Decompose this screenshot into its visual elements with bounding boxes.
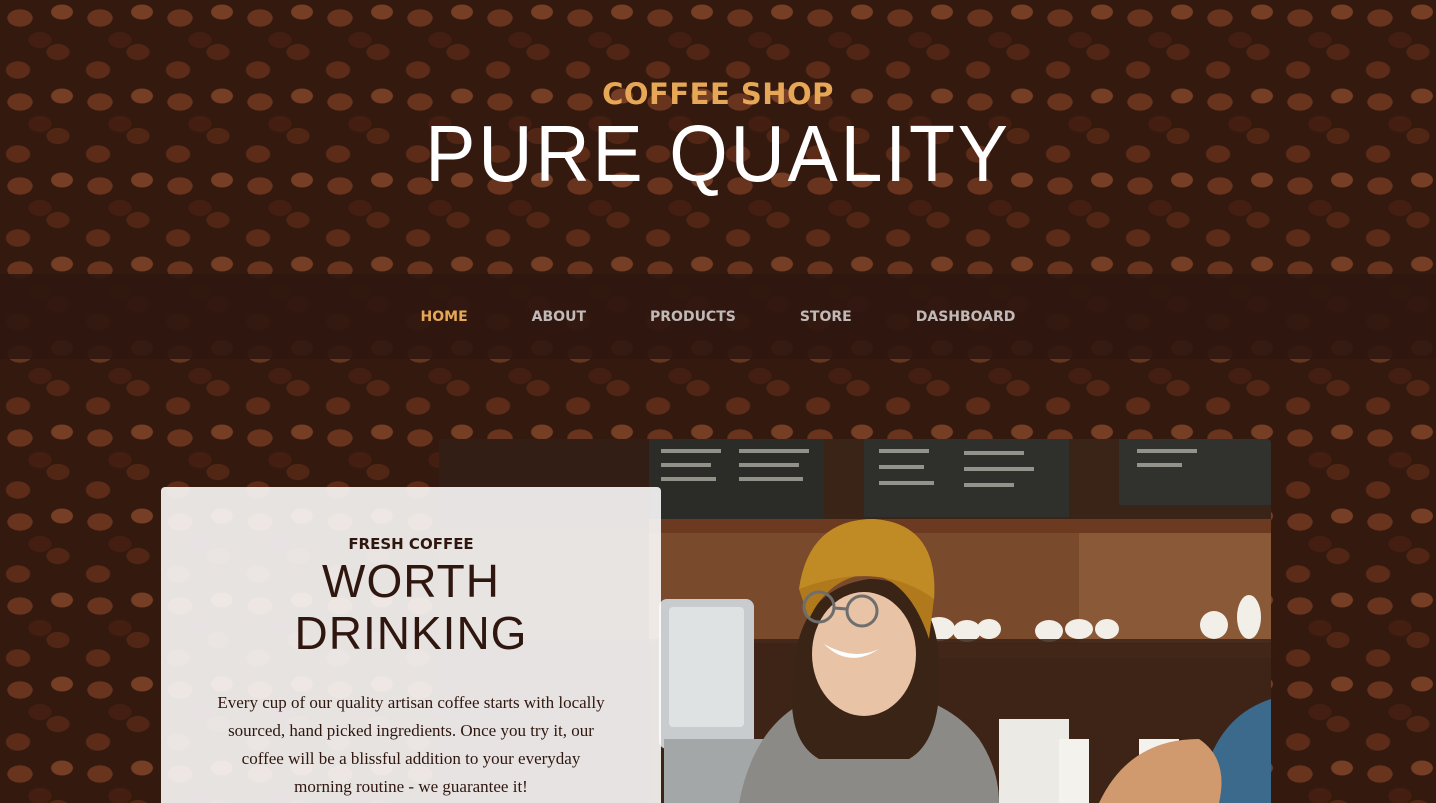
nav-link-home[interactable]: HOME xyxy=(389,309,500,325)
site-heading: COFFEE SHOP PURE QUALITY xyxy=(0,74,1436,196)
nav-list: HOME ABOUT PRODUCTS STORE DASHBOARD xyxy=(389,309,1048,325)
site-heading-upper: COFFEE SHOP xyxy=(602,77,834,111)
nav-item-store: STORE xyxy=(768,309,884,325)
nav-link-store[interactable]: STORE xyxy=(768,309,884,325)
nav-link-dashboard[interactable]: DASHBOARD xyxy=(884,309,1048,325)
nav-item-home: HOME xyxy=(389,309,500,325)
intro-heading-upper: FRESH COFFEE xyxy=(348,535,474,553)
nav-item-dashboard: DASHBOARD xyxy=(884,309,1048,325)
intro-heading-lower: WORTH DRINKING xyxy=(294,555,528,659)
site-heading-lower: PURE QUALITY xyxy=(425,109,1011,198)
intro-body-text: Every cup of our quality artisan coffee … xyxy=(217,693,605,796)
nav-link-products[interactable]: PRODUCTS xyxy=(618,309,768,325)
intro-text-card: FRESH COFFEE WORTH DRINKING Every cup of… xyxy=(161,487,661,803)
main-navbar: HOME ABOUT PRODUCTS STORE DASHBOARD xyxy=(0,274,1436,359)
nav-item-products: PRODUCTS xyxy=(618,309,768,325)
nav-link-about[interactable]: ABOUT xyxy=(500,309,618,325)
page-background: COFFEE SHOP PURE QUALITY HOME ABOUT PROD… xyxy=(0,0,1436,803)
nav-item-about: ABOUT xyxy=(500,309,618,325)
